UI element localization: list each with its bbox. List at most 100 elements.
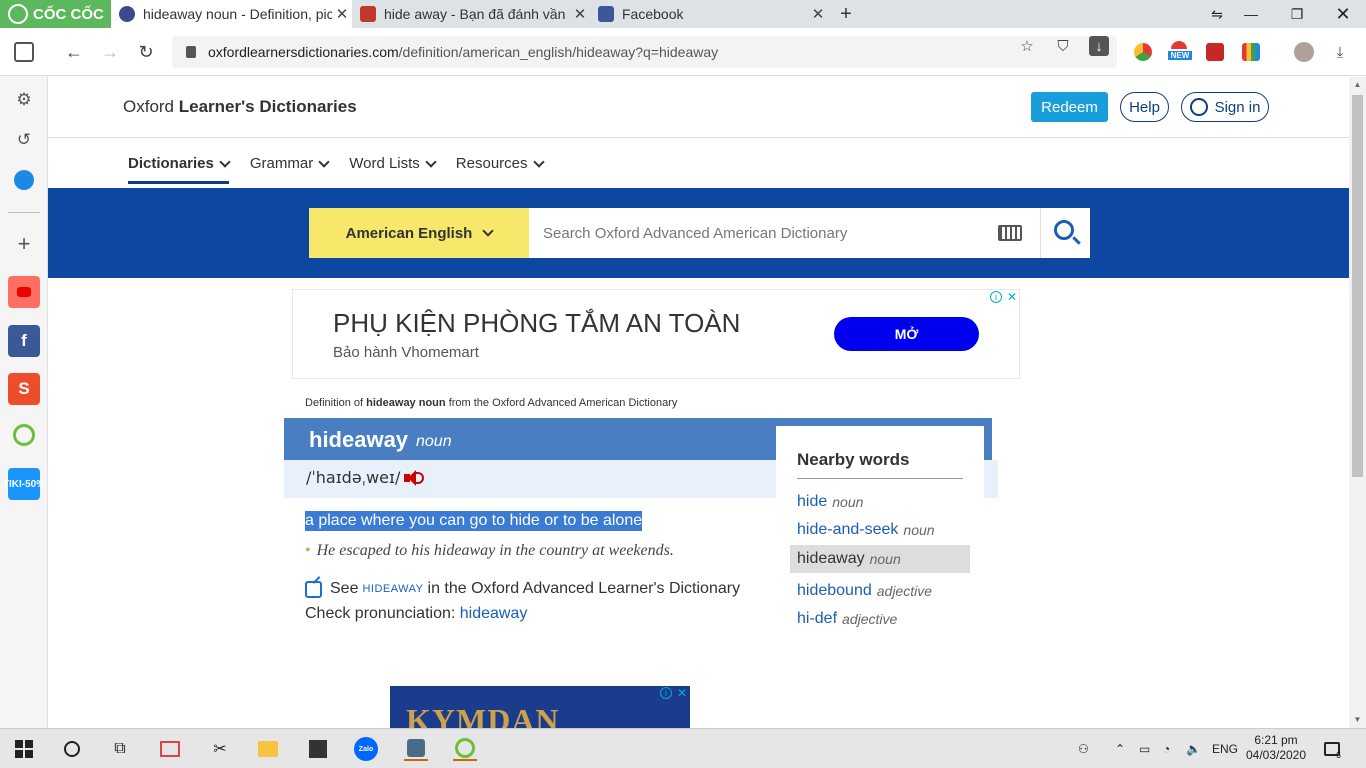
close-window-button[interactable]: ✕ xyxy=(1320,0,1366,28)
xref-link[interactable]: HIDEAWAY xyxy=(362,583,423,595)
help-button[interactable]: Help xyxy=(1120,92,1169,122)
app-camera-icon[interactable] xyxy=(404,737,428,761)
youtube-icon[interactable] xyxy=(8,276,40,308)
ad-banner-bottom[interactable]: KYMDAN i ✕ xyxy=(390,686,690,728)
chevron-down-icon xyxy=(219,155,231,168)
sidebar-divider xyxy=(8,212,40,213)
external-link-icon[interactable] xyxy=(305,580,322,598)
sign-in-button[interactable]: Sign in xyxy=(1181,92,1269,122)
nearby-words-title: Nearby words xyxy=(797,450,910,469)
minimize-button[interactable]: — xyxy=(1228,0,1274,28)
scroll-thumb[interactable] xyxy=(1352,95,1363,477)
search-band: American English Search Oxford Advanced … xyxy=(48,188,1349,278)
coccoc-taskbar-icon[interactable] xyxy=(453,737,477,761)
people-icon[interactable]: ⚇ xyxy=(1078,729,1089,768)
scroll-up-icon[interactable]: ▲ xyxy=(1349,77,1366,93)
url-text: oxfordlearnersdictionaries.com/definitio… xyxy=(208,44,719,60)
nearby-word[interactable]: hi-def adjective xyxy=(790,605,970,633)
page-scrollbar[interactable]: ▲ ▼ xyxy=(1349,77,1366,728)
volume-icon[interactable]: 🔈 xyxy=(1186,729,1201,768)
close-tab-icon[interactable]: ✕ xyxy=(808,5,828,23)
downloads-icon[interactable]: ⤓ xyxy=(1330,42,1350,62)
tab-hide-away[interactable]: hide away - Bạn đã đánh vần ✕ xyxy=(352,0,590,28)
sticky-notes-icon[interactable] xyxy=(306,737,330,761)
tab-facebook[interactable]: Facebook ✕ xyxy=(590,0,828,28)
check-pronunciation: Check pronunciation: hideaway xyxy=(305,605,528,622)
chevron-down-icon xyxy=(482,225,495,237)
ad-close-icon[interactable]: ✕ xyxy=(1006,291,1018,303)
tray-chevron-up-icon[interactable]: ⌃ xyxy=(1115,729,1125,768)
nearby-word-current[interactable]: hideaway noun xyxy=(790,545,970,573)
sidebar-toggle-icon[interactable] xyxy=(14,42,34,62)
maximize-button[interactable]: ❐ xyxy=(1274,0,1320,28)
zalo-icon[interactable]: Zalo xyxy=(354,737,378,761)
back-button[interactable]: ← xyxy=(62,40,86,64)
app-grid-icon[interactable] xyxy=(158,737,182,761)
search-button[interactable] xyxy=(1040,208,1090,258)
adchoices-icon[interactable]: i xyxy=(660,687,672,699)
redeem-button[interactable]: Redeem xyxy=(1031,92,1108,122)
settings-gear-icon[interactable]: ⚙ xyxy=(8,84,40,116)
chevron-down-icon xyxy=(318,155,330,168)
facebook-icon[interactable]: f xyxy=(8,325,40,357)
shopee-icon[interactable]: S xyxy=(8,373,40,405)
ad-brand: KYMDAN xyxy=(406,702,560,728)
nav-grammar[interactable]: Grammar xyxy=(250,155,330,184)
history-icon[interactable]: ↺ xyxy=(8,124,40,156)
tab-title: hide away - Bạn đã đánh vần xyxy=(384,6,566,22)
reload-button[interactable]: ↻ xyxy=(134,40,158,64)
cortana-search-icon[interactable] xyxy=(60,737,84,761)
nav-resources[interactable]: Resources xyxy=(456,155,545,184)
main-nav: Dictionaries Grammar Word Lists Resource… xyxy=(128,155,564,184)
battery-icon[interactable]: ▭ xyxy=(1139,729,1150,768)
extension-grid-icon[interactable] xyxy=(1242,43,1260,61)
nearby-word[interactable]: hide-and-seek noun xyxy=(790,516,970,544)
close-tab-icon[interactable]: ✕ xyxy=(332,5,352,23)
check-pronunciation-link[interactable]: hideaway xyxy=(460,605,528,622)
search-icon xyxy=(1054,220,1074,240)
task-view-icon[interactable]: ⧉ xyxy=(108,737,132,761)
bullet-icon: • xyxy=(305,542,311,559)
chevron-down-icon xyxy=(532,155,545,168)
windows-start-icon[interactable] xyxy=(12,737,36,761)
system-clock[interactable]: 6:21 pm 04/03/2020 xyxy=(1243,733,1309,763)
nav-word-lists[interactable]: Word Lists xyxy=(349,155,437,184)
new-tab-button[interactable]: + xyxy=(836,0,856,28)
ad-open-button[interactable]: MỞ xyxy=(834,317,979,351)
download-page-icon[interactable]: ↓ xyxy=(1089,36,1109,56)
scroll-down-icon[interactable]: ▼ xyxy=(1349,712,1366,728)
notifications-icon[interactable]: 6 xyxy=(1324,729,1341,768)
coccoc-menu-button[interactable]: CỐC CỐC xyxy=(0,0,111,28)
speaker-icon[interactable] xyxy=(404,469,424,487)
coccoc-leaf-icon[interactable] xyxy=(8,419,40,451)
bookmark-star-icon[interactable]: ☆ xyxy=(1017,36,1037,56)
extension-red-icon[interactable] xyxy=(1206,43,1224,61)
nav-dictionaries[interactable]: Dictionaries xyxy=(128,155,231,184)
dictionary-selector[interactable]: American English xyxy=(309,208,529,258)
close-tab-icon[interactable]: ✕ xyxy=(570,5,590,23)
ad-close-icon[interactable]: ✕ xyxy=(676,687,688,699)
nearby-word[interactable]: hide noun xyxy=(790,488,970,516)
adblock-shield-icon[interactable]: ⛉ xyxy=(1053,36,1073,56)
file-explorer-icon[interactable] xyxy=(256,737,280,761)
example-sentence: • He escaped to his hideaway in the count… xyxy=(305,542,674,559)
keyboard-icon[interactable] xyxy=(998,225,1022,241)
site-logo[interactable]: Oxford Learner's Dictionaries xyxy=(123,97,357,117)
forward-button[interactable]: → xyxy=(98,40,122,64)
tiki-icon[interactable]: TIKI -50% xyxy=(3,468,45,500)
language-indicator[interactable]: ENG xyxy=(1212,729,1238,768)
search-input[interactable]: Search Oxford Advanced American Dictiona… xyxy=(529,208,1040,258)
add-sidebar-item-icon[interactable]: + xyxy=(8,228,40,260)
app-snip-icon[interactable]: ✂ xyxy=(208,737,232,761)
messenger-icon[interactable] xyxy=(8,164,40,196)
address-bar[interactable]: oxfordlearnersdictionaries.com/definitio… xyxy=(172,36,1117,68)
tab-hideaway[interactable]: hideaway noun - Definition, pictures, pr… xyxy=(111,0,352,28)
extension-rainbow-icon[interactable] xyxy=(1134,43,1152,61)
nearby-word[interactable]: hidebound adjective xyxy=(790,577,970,605)
ad-banner-top[interactable]: PHỤ KIỆN PHÒNG TẮM AN TOÀN Bảo hành Vhom… xyxy=(292,289,1020,379)
wifi-icon[interactable]: ◔ xyxy=(1163,729,1170,768)
profile-avatar[interactable] xyxy=(1294,42,1314,62)
adchoices-icon[interactable]: i xyxy=(990,291,1002,303)
extension-new-icon[interactable]: NEW xyxy=(1168,41,1192,63)
browser-sidebar: ⚙ ↺ + f S TIKI -50% xyxy=(0,76,48,728)
